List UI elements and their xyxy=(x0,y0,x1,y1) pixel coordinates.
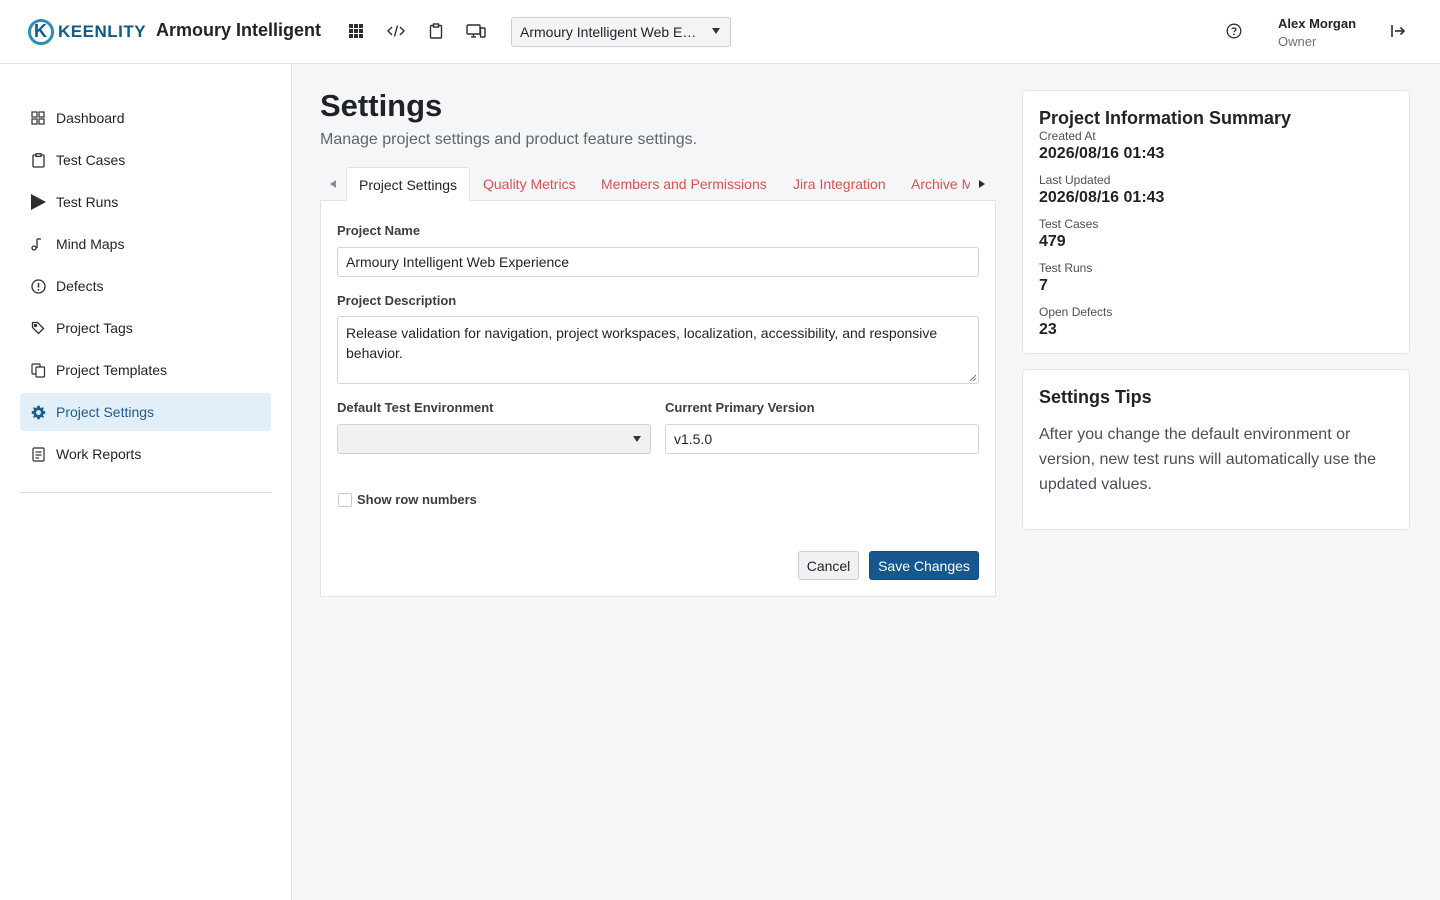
sidebar-divider xyxy=(20,492,271,493)
sidebar-item-label: Defects xyxy=(56,278,104,294)
project-select[interactable]: Armoury Intelligent Web Experience xyxy=(511,17,731,47)
clipboard-icon[interactable] xyxy=(425,20,447,42)
page-title: Settings xyxy=(320,88,443,123)
sidebar-item-dashboard[interactable]: Dashboard xyxy=(20,99,271,137)
sidebar-item-label: Dashboard xyxy=(56,110,125,126)
settings-tips-card: Settings Tips After you change the defau… xyxy=(1022,369,1410,530)
play-icon xyxy=(30,194,46,210)
test-runs-value: 7 xyxy=(1039,277,1048,294)
cancel-button[interactable]: Cancel xyxy=(798,551,859,580)
user-name[interactable]: Alex Morgan xyxy=(1278,16,1356,31)
logout-icon[interactable] xyxy=(1390,23,1406,44)
sidebar-item-work-reports[interactable]: Work Reports xyxy=(20,435,271,473)
show-row-numbers-label[interactable]: Show row numbers xyxy=(357,492,477,507)
sidebar-item-project-settings[interactable]: Project Settings xyxy=(20,393,271,431)
project-settings-form: Project Name Project Description Release… xyxy=(320,200,996,597)
sidebar-item-label: Project Templates xyxy=(56,362,168,378)
test-runs-label: Test Runs xyxy=(1039,261,1093,275)
page-subtitle: Manage project settings and product feat… xyxy=(320,131,698,148)
tab-scroll-right-button[interactable] xyxy=(972,167,992,201)
open-defects-value: 23 xyxy=(1039,321,1057,338)
sidebar-item-test-runs[interactable]: Test Runs xyxy=(20,183,271,221)
created-at-label: Created At xyxy=(1039,129,1096,143)
last-updated-label: Last Updated xyxy=(1039,173,1111,187)
project-name-label: Project Name xyxy=(337,223,421,238)
sidebar-item-mind-maps[interactable]: Mind Maps xyxy=(20,225,271,263)
tips-text: After you change the default environment… xyxy=(1039,426,1377,493)
tips-title: Settings Tips xyxy=(1039,387,1152,407)
tab-quality-metrics[interactable]: Quality Metrics xyxy=(483,167,576,201)
test-cases-label: Test Cases xyxy=(1039,217,1099,231)
code-icon[interactable] xyxy=(385,20,407,42)
sidebar-item-label: Test Cases xyxy=(56,152,126,168)
default-environment-label: Default Test Environment xyxy=(337,400,494,415)
sidebar-item-project-templates[interactable]: Project Templates xyxy=(20,351,271,389)
app-name: Armoury Intelligent xyxy=(156,20,322,40)
tab-archive-management[interactable]: Archive Management xyxy=(911,167,970,201)
dashboard-icon xyxy=(30,110,46,126)
tab-jira-integration[interactable]: Jira Integration xyxy=(793,167,886,201)
resize-grip-icon[interactable] xyxy=(969,374,977,382)
tag-icon xyxy=(30,320,46,336)
gear-icon xyxy=(30,404,46,420)
chevron-right-icon xyxy=(979,180,985,188)
top-header: KEENLITY Armoury Intelligent Armoury Int… xyxy=(0,0,1440,64)
primary-version-input[interactable] xyxy=(665,424,979,454)
sidebar-item-test-cases[interactable]: Test Cases xyxy=(20,141,271,179)
save-changes-button[interactable]: Save Changes xyxy=(869,551,979,580)
devices-icon[interactable] xyxy=(465,20,487,42)
help-icon[interactable] xyxy=(1226,23,1242,44)
project-description-textarea[interactable]: Release validation for navigation, proje… xyxy=(337,316,979,384)
sidebar-item-label: Test Runs xyxy=(56,194,119,210)
summary-title: Project Information Summary xyxy=(1039,108,1292,128)
chevron-down-icon xyxy=(712,28,720,34)
sidebar: Dashboard Test Cases Test Runs Mind Maps xyxy=(0,64,292,900)
sidebar-item-label: Project Tags xyxy=(56,320,133,336)
tab-project-settings[interactable]: Project Settings xyxy=(346,167,471,201)
sidebar-item-defects[interactable]: Defects xyxy=(20,267,271,305)
sidebar-item-label: Work Reports xyxy=(56,446,142,462)
tab-strip: Project Settings Quality Metrics Members… xyxy=(320,167,970,201)
report-icon xyxy=(30,446,46,462)
last-updated-value: 2026/08/16 01:43 xyxy=(1039,189,1165,206)
tab-members-and-permissions[interactable]: Members and Permissions xyxy=(601,167,767,201)
open-defects-label: Open Defects xyxy=(1039,305,1113,319)
test-cases-value: 479 xyxy=(1039,233,1066,250)
project-description-label: Project Description xyxy=(337,293,457,308)
chevron-down-icon xyxy=(633,436,641,442)
mind-map-icon xyxy=(30,236,46,252)
alert-circle-icon xyxy=(30,278,46,294)
copy-icon xyxy=(30,362,46,378)
brand-name: KEENLITY xyxy=(58,22,147,41)
project-name-input[interactable] xyxy=(337,247,979,277)
apps-grid-icon[interactable] xyxy=(345,20,367,42)
created-at-value: 2026/08/16 01:43 xyxy=(1039,145,1165,162)
project-summary-card: Project Information Summary Created At 2… xyxy=(1022,90,1410,354)
sidebar-item-label: Mind Maps xyxy=(56,236,125,252)
sidebar-item-label: Project Settings xyxy=(56,404,155,420)
user-role: Owner xyxy=(1278,34,1317,49)
settings-tabs: Project Settings Quality Metrics Members… xyxy=(320,167,996,201)
sidebar-item-project-tags[interactable]: Project Tags xyxy=(20,309,271,347)
show-row-numbers-checkbox[interactable] xyxy=(338,493,352,507)
primary-version-label: Current Primary Version xyxy=(665,400,815,415)
logo-mark-icon xyxy=(28,19,54,45)
default-environment-select[interactable] xyxy=(337,424,651,454)
brand-logo[interactable]: KEENLITY xyxy=(28,18,146,46)
clipboard-icon xyxy=(30,152,46,168)
